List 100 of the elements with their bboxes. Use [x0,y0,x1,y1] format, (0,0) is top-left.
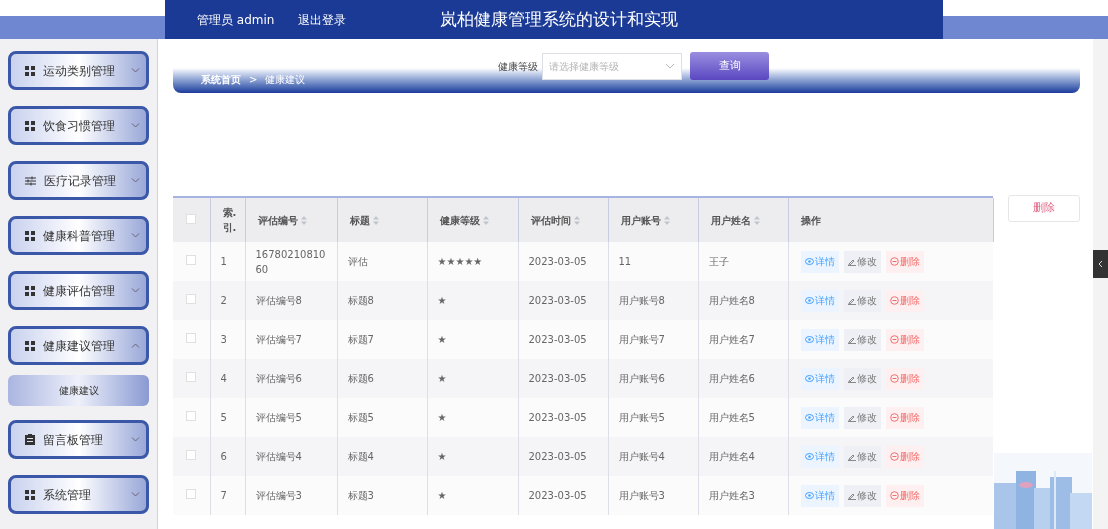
minus-circle-icon [889,452,899,461]
menu-item[interactable]: 留言板管理 [8,420,149,459]
side-panel-toggle[interactable] [1093,250,1108,278]
column-header: 操作 [800,213,821,228]
index-cell: 2 [220,295,227,306]
sort-icon[interactable] [754,216,760,225]
table-cell: 评估编号8 [255,295,302,306]
edit-button[interactable]: 修改 [843,367,881,390]
health-level-select[interactable]: 请选择健康等级 [542,52,682,80]
chevron-down-icon [665,63,675,69]
table-cell: 2023-03-05 [528,373,587,384]
row-checkbox[interactable] [186,255,197,265]
menu-item[interactable]: 健康评估管理 [8,271,149,310]
minus-circle-icon [889,374,899,383]
rating-cell: ★ [437,334,447,345]
sort-icon[interactable] [301,216,307,225]
table-cell: 2023-03-05 [528,256,587,267]
system-title: 岚柏健康管理系统的设计和实现 [440,7,679,31]
edit-button[interactable]: 修改 [843,406,881,429]
search-button[interactable]: 查询 [690,52,769,80]
index-cell: 5 [220,412,227,423]
edit-button[interactable]: 修改 [843,445,881,468]
delete-button[interactable]: 删除 [885,289,924,312]
detail-button[interactable]: 详情 [800,484,839,507]
column-header[interactable]: 健康等级 [439,212,480,228]
delete-button[interactable]: 删除 [885,367,924,390]
edit-button[interactable]: 修改 [843,484,881,507]
submenu-item[interactable]: 健康建议 [8,375,149,406]
chevron-down-icon [131,288,140,293]
eye-icon [804,414,814,421]
edit-icon [847,374,856,383]
sort-icon[interactable] [574,216,580,225]
sort-icon[interactable] [664,216,670,225]
row-checkbox[interactable] [186,411,197,421]
edit-button[interactable]: 修改 [843,289,881,312]
column-header[interactable]: 用户姓名 [710,212,751,228]
table-cell: 用户账号3 [618,490,665,501]
delete-button[interactable]: 删除 [885,250,924,273]
column-header[interactable]: 用户账号 [620,212,661,228]
table-cell: 评估 [347,256,368,267]
row-checkbox[interactable] [186,489,197,499]
sliders-icon [25,175,36,186]
table-cell: 评估编号3 [255,490,302,501]
column-header[interactable]: 标题 [349,212,370,228]
row-checkbox[interactable] [186,294,197,304]
table-cell: 标题6 [347,373,374,384]
table-cell: 用户姓名7 [708,334,755,345]
eye-icon [804,492,814,499]
table-cell: 用户姓名6 [708,373,755,384]
select-all-checkbox[interactable] [186,213,197,224]
breadcrumb-separator: > [249,73,258,87]
breadcrumb-home[interactable]: 系统首页 [201,72,241,87]
rating-cell: ★ [437,490,447,501]
sort-icon[interactable] [373,216,379,225]
table-cell: 王子 [708,256,729,267]
table-cell: 用户姓名3 [708,490,755,501]
minus-circle-icon [889,296,899,305]
table-cell: 用户账号4 [618,451,665,462]
delete-button[interactable]: 删除 [885,406,924,429]
menu-item[interactable]: 医疗记录管理 [8,161,149,200]
row-checkbox[interactable] [186,372,197,382]
table-cell: 用户姓名4 [708,451,755,462]
table-cell: 标题4 [347,451,374,462]
table-cell: 2023-03-05 [528,295,587,306]
edit-icon [847,491,856,500]
menu-item[interactable]: 健康科普管理 [8,216,149,255]
chevron-down-icon [131,492,140,497]
menu-item[interactable]: 饮食习惯管理 [8,106,149,145]
minus-circle-icon [889,257,899,266]
column-header[interactable]: 评估时间 [530,212,571,228]
logout-link[interactable]: 退出登录 [298,10,347,29]
sort-icon[interactable] [483,216,489,225]
eye-icon [804,258,814,265]
table-cell: 2023-03-05 [528,490,587,501]
edit-button[interactable]: 修改 [843,328,881,351]
rating-cell: ★ [437,295,447,306]
table-cell: 1678021081060 [255,248,326,275]
chevron-down-icon [131,233,140,238]
detail-button[interactable]: 详情 [800,328,839,351]
grid-icon [25,120,35,131]
row-checkbox[interactable] [186,333,197,343]
delete-button[interactable]: 删除 [885,484,924,507]
detail-button[interactable]: 详情 [800,250,839,273]
delete-button[interactable]: 删除 [885,445,924,468]
detail-button[interactable]: 详情 [800,406,839,429]
table-cell: 用户账号5 [618,412,665,423]
menu-item[interactable]: 系统管理 [8,475,149,514]
batch-delete-button[interactable]: 删除 [1008,195,1080,222]
table-cell: 用户账号8 [618,295,665,306]
delete-button[interactable]: 删除 [885,328,924,351]
detail-button[interactable]: 详情 [800,289,839,312]
detail-button[interactable]: 详情 [800,445,839,468]
detail-button[interactable]: 详情 [800,367,839,390]
edit-button[interactable]: 修改 [843,250,881,273]
column-header[interactable]: 评估编号 [257,212,298,228]
minus-circle-icon [889,491,899,500]
menu-item[interactable]: 运动类别管理 [8,51,149,90]
grid-icon [25,65,35,76]
row-checkbox[interactable] [186,450,197,460]
menu-item[interactable]: 健康建议管理 [8,326,149,365]
